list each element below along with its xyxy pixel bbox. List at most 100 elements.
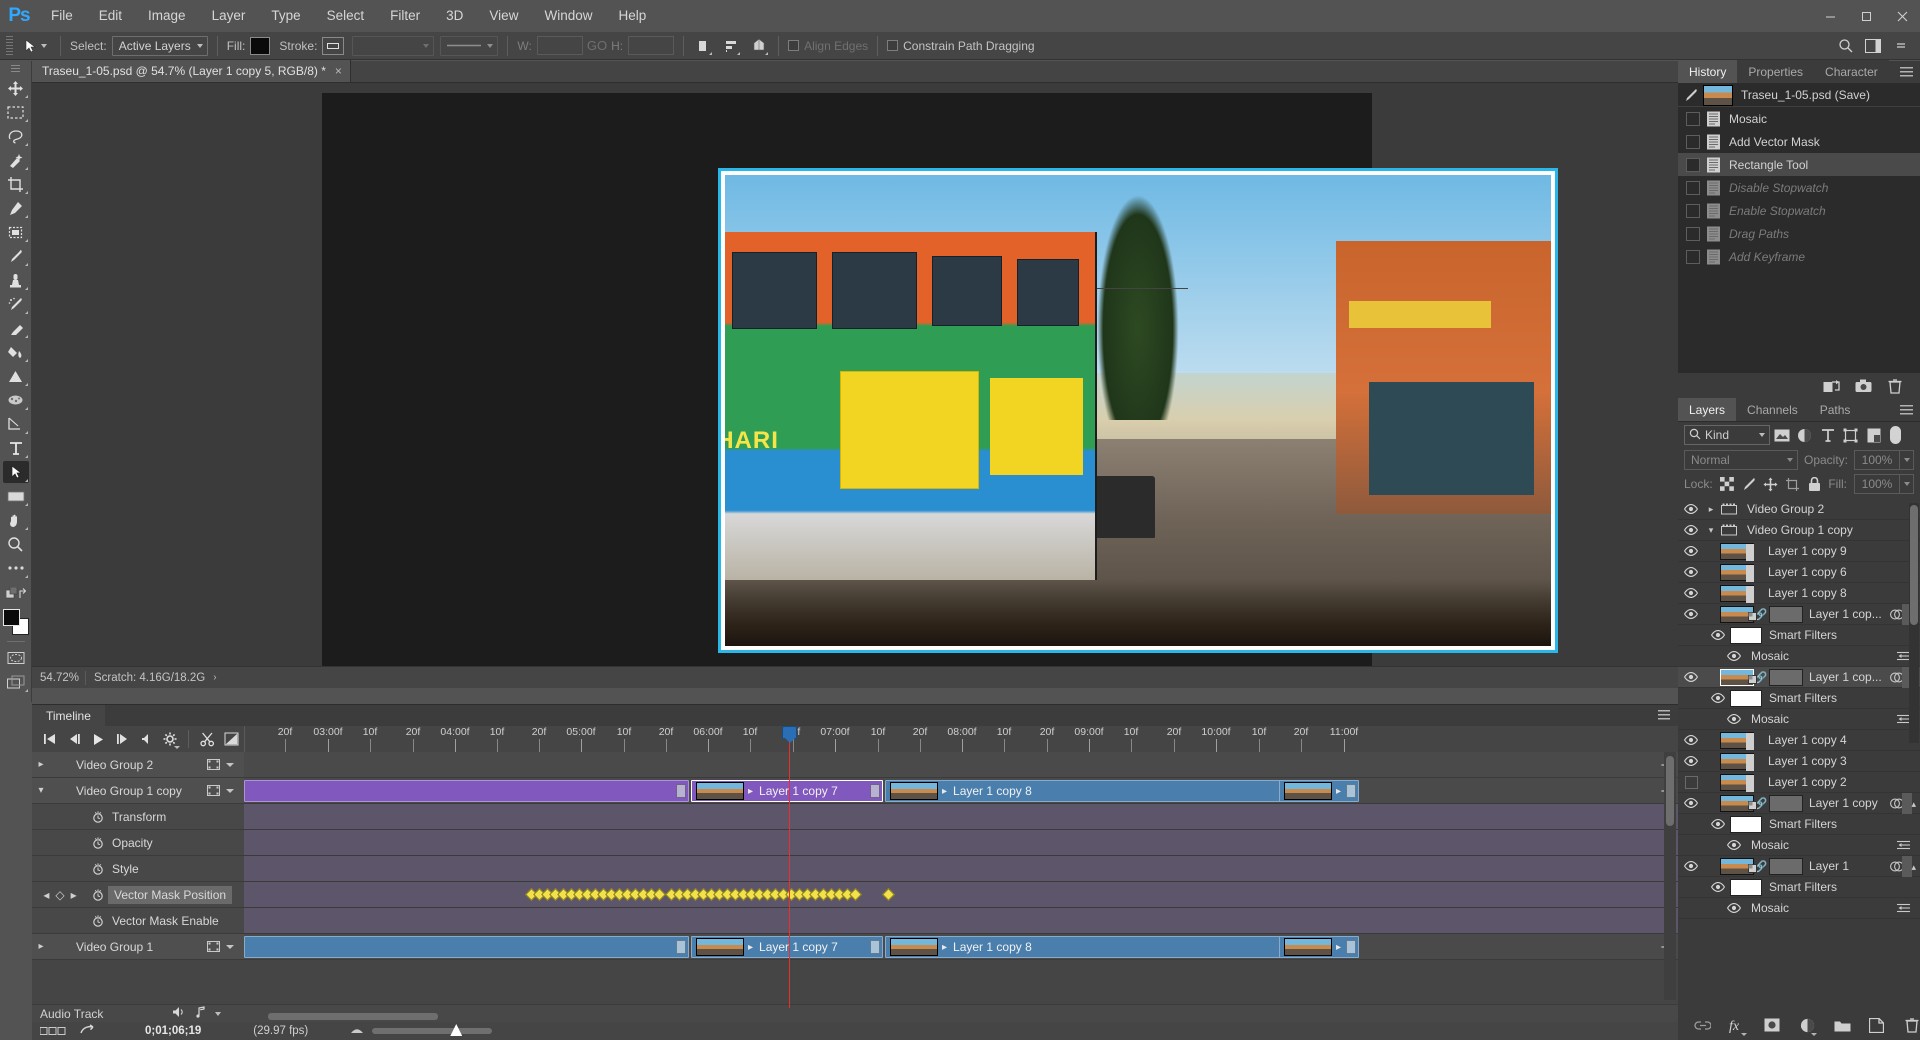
default-colors-icon[interactable] (3, 583, 29, 605)
current-timecode[interactable]: 0;01;06;19 (137, 1025, 209, 1037)
visibility-toggle-icon[interactable] (1678, 856, 1704, 877)
tools-panel-grip[interactable] (11, 65, 20, 72)
music-note-icon[interactable] (194, 1006, 207, 1021)
menu-3d[interactable]: 3D (433, 0, 476, 32)
smart-object-layer-row[interactable]: 🔗 Layer 1 ▴ (1678, 856, 1920, 877)
lasso-tool[interactable] (3, 125, 29, 147)
hand-tool[interactable] (3, 509, 29, 531)
options-overflow-icon[interactable] (1888, 35, 1914, 57)
create-snapshot-icon[interactable] (1854, 377, 1872, 395)
visibility-toggle-icon[interactable] (1678, 583, 1704, 604)
history-snapshot-row[interactable]: Traseu_1-05.psd (Save) (1678, 84, 1920, 107)
smart-filters-row[interactable]: Smart Filters (1678, 877, 1920, 898)
timeline-lane[interactable]: ▸Layer 1 copy 7▸Layer 1 copy 8▸+ (244, 934, 1678, 959)
close-document-icon[interactable]: × (335, 64, 342, 78)
history-brush-toggle[interactable] (1686, 111, 1700, 126)
filter-mask-thumbnail[interactable] (1730, 878, 1762, 896)
history-state-row[interactable]: Drag Paths (1678, 222, 1920, 245)
layer-group-row[interactable]: ▾ Video Group 1 copy (1678, 520, 1920, 541)
keyframe-marker[interactable] (652, 888, 666, 901)
chevron-right-icon[interactable]: ▸ (32, 759, 50, 770)
stopwatch-icon[interactable] (88, 862, 108, 875)
history-brush-toggle[interactable] (1686, 157, 1700, 172)
visibility-toggle-icon[interactable] (1706, 877, 1730, 898)
tab-history[interactable]: History (1678, 60, 1738, 83)
tab-character[interactable]: Character (1814, 60, 1889, 83)
layer-thumbnail[interactable] (1720, 605, 1757, 623)
blur-tool[interactable] (3, 365, 29, 387)
vector-mask-thumbnail[interactable] (1769, 857, 1803, 875)
history-panel-menu-icon[interactable] (1900, 67, 1913, 78)
type-filter-icon[interactable] (1816, 425, 1839, 445)
history-state-row[interactable]: Add Vector Mask (1678, 130, 1920, 153)
audio-options-caret-icon[interactable] (215, 1011, 221, 1016)
path-arrangement-icon[interactable] (749, 36, 769, 56)
video-layer-row[interactable]: Layer 1 copy 2 (1678, 772, 1920, 793)
workspace-switcher-icon[interactable] (1860, 35, 1886, 57)
smart-filter-row[interactable]: Mosaic (1678, 709, 1920, 730)
delete-state-icon[interactable] (1886, 377, 1904, 395)
type-tool[interactable] (3, 437, 29, 459)
search-icon[interactable] (1832, 35, 1858, 57)
track-options-caret-icon[interactable] (226, 789, 234, 793)
eraser-tool[interactable] (3, 317, 29, 339)
clip-trim-handle[interactable] (870, 784, 880, 798)
options-bar-grip[interactable] (6, 35, 13, 56)
vector-mask-thumbnail[interactable] (1769, 605, 1803, 623)
move-tool[interactable] (3, 77, 29, 99)
layer-thumbnail[interactable] (1720, 542, 1754, 561)
keyframe-diamond-icon[interactable]: ◇ (55, 888, 64, 902)
new-group-icon[interactable] (1834, 1017, 1851, 1034)
history-brush-tool[interactable] (3, 293, 29, 315)
chevron-right-icon[interactable]: ▸ (748, 786, 753, 797)
dodge-tool[interactable] (3, 389, 29, 411)
visibility-toggle-icon[interactable] (1678, 520, 1704, 541)
next-frame-button[interactable] (110, 728, 134, 750)
eyedropper-tool[interactable] (3, 197, 29, 219)
canvas-background[interactable]: HARI (32, 83, 1678, 681)
clip-trim-handle[interactable] (676, 784, 686, 798)
rectangle-tool[interactable] (3, 485, 29, 507)
layer-thumbnail[interactable] (1720, 857, 1757, 875)
play-button[interactable] (86, 728, 110, 750)
chevron-up-icon[interactable]: ▴ (1911, 799, 1916, 810)
track-name-cell[interactable]: ▾ Video Group 1 copy (32, 778, 244, 803)
timeline-zoom-slider[interactable] (372, 1024, 493, 1036)
tool-preset-picker[interactable] (18, 38, 51, 54)
foreground-background-color[interactable] (2, 609, 29, 635)
layer-thumbnail[interactable] (1720, 584, 1754, 603)
zoom-out-timeline-icon[interactable] (350, 1025, 364, 1037)
smart-filter-row[interactable]: Mosaic (1678, 835, 1920, 856)
track-name-cell[interactable]: ◂ ◇ ▸ Vector Mask Position (32, 882, 244, 907)
stopwatch-icon[interactable] (88, 914, 108, 927)
attribute-lane[interactable] (244, 882, 1678, 907)
menu-type[interactable]: Type (258, 0, 313, 32)
visibility-toggle-icon[interactable] (1678, 604, 1704, 625)
history-state-row-selected[interactable]: Rectangle Tool (1678, 153, 1920, 176)
menu-layer[interactable]: Layer (199, 0, 259, 32)
layer-thumbnail[interactable] (1720, 668, 1757, 686)
close-icon[interactable] (1884, 0, 1920, 32)
video-layer-row[interactable]: Layer 1 copy 3 (1678, 751, 1920, 772)
lock-all-icon[interactable] (1807, 475, 1822, 493)
path-operations-icon[interactable] (693, 36, 713, 56)
quick-mask-icon[interactable] (3, 647, 29, 669)
timeline-clip[interactable] (244, 780, 689, 802)
film-strip-icon[interactable] (207, 941, 220, 955)
clip-trim-handle[interactable] (870, 940, 880, 954)
delete-layer-icon[interactable] (1903, 1017, 1920, 1034)
keyframe-marker[interactable] (881, 888, 895, 901)
history-brush-toggle[interactable] (1686, 226, 1700, 241)
more-tools-icon[interactable] (3, 557, 29, 579)
visibility-toggle-icon[interactable] (1678, 499, 1704, 520)
fill-value[interactable]: 100% (1854, 474, 1900, 494)
menu-file[interactable]: File (38, 0, 86, 32)
stroke-color-swatch[interactable] (322, 36, 345, 55)
track-name-cell[interactable]: Vector Mask Enable (32, 908, 244, 933)
playhead[interactable] (782, 726, 797, 1008)
attribute-lane[interactable] (244, 908, 1678, 933)
chevron-up-icon[interactable]: ▴ (1911, 862, 1916, 873)
link-wh-icon[interactable]: GO (583, 38, 611, 53)
timeline-clip[interactable] (244, 936, 689, 958)
image-frame[interactable]: HARI (718, 168, 1558, 653)
